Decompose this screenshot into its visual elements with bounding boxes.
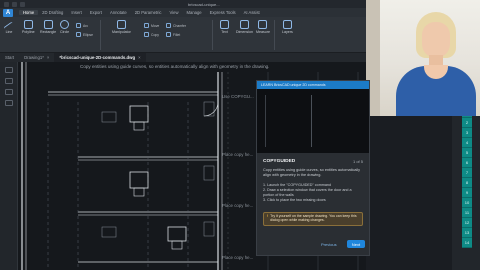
copy-icon	[144, 32, 149, 37]
left-toolbar	[0, 62, 18, 270]
manipulator-icon	[116, 20, 126, 29]
quick-access-save-icon[interactable]	[20, 1, 25, 7]
command-title: COPYGUIDED	[263, 159, 296, 164]
text-tool[interactable]: Text	[220, 20, 229, 34]
layers-icon	[282, 20, 292, 29]
line-tool[interactable]: Line	[3, 20, 15, 34]
quick-access-new-icon[interactable]	[4, 1, 9, 7]
app-logo[interactable]: A	[3, 8, 13, 17]
strip-number[interactable]: 3	[462, 128, 472, 138]
previous-link[interactable]: Previous	[321, 242, 337, 247]
copy-tool[interactable]: Copy	[144, 32, 159, 37]
layers-panel-icon[interactable]	[4, 89, 13, 95]
ribbon-divider	[274, 20, 275, 50]
arc-icon	[76, 23, 81, 28]
presenter-webcam	[366, 0, 480, 116]
strip-number[interactable]: 11	[462, 208, 472, 218]
video-wall-line	[265, 95, 266, 147]
strip-number[interactable]: 5	[462, 148, 472, 158]
move-tool[interactable]: Move	[144, 23, 159, 28]
video-wall-line	[311, 95, 312, 147]
doc-tab-active-drawing[interactable]: *bricscad-unique-2D-commands.dwg ×	[54, 53, 146, 62]
ribbon-panel: Line Polyline Rectangle Circle Arc Ellip…	[0, 17, 366, 53]
close-icon[interactable]: ×	[47, 55, 50, 60]
ribbon-tab-bar: A Home 2D Drafting Insert Export Annotat…	[0, 8, 366, 17]
doc-tab-drawing1[interactable]: Drawing1* ×	[19, 53, 54, 62]
quick-access-open-icon[interactable]	[12, 1, 17, 7]
tab-express-tools[interactable]: Express Tools	[206, 10, 240, 15]
tab-manage[interactable]: Manage	[183, 10, 206, 15]
step-counter: 1 of 5	[352, 159, 363, 164]
chamfer-tool[interactable]: Chamfer	[166, 23, 186, 28]
next-button[interactable]: Next	[347, 240, 365, 248]
tab-home[interactable]: Home	[19, 10, 39, 15]
tab-view[interactable]: View	[165, 10, 182, 15]
polyline-icon	[23, 20, 33, 29]
measure-tool[interactable]: Measure	[256, 20, 270, 34]
layer-number-strip: 1 2 3 4 5 6 7 8 9 10 11 12 13 14	[462, 108, 472, 248]
arc-tool[interactable]: Arc	[76, 23, 88, 28]
ribbon-divider	[212, 20, 213, 50]
tutorial-video[interactable]	[257, 89, 369, 153]
move-icon	[144, 23, 149, 28]
strip-number[interactable]: 14	[462, 238, 472, 248]
strip-number[interactable]: 13	[462, 228, 472, 238]
learn-dialog-header: LEARN BricsCAD unique 2D commands	[257, 81, 369, 89]
tab-export[interactable]: Export	[86, 10, 106, 15]
polyline-tool[interactable]: Polyline	[22, 20, 35, 34]
tab-2d-drafting[interactable]: 2D Drafting	[38, 10, 67, 15]
tip-callout: ! Try it yourself on the sample drawing.…	[263, 212, 363, 226]
presenter-face	[422, 22, 450, 58]
tab-insert[interactable]: Insert	[67, 10, 85, 15]
learn-dialog[interactable]: LEARN BricsCAD unique 2D commands COPYGU…	[256, 80, 370, 256]
tab-annotate[interactable]: Annotate	[106, 10, 131, 15]
strip-number[interactable]: 9	[462, 188, 472, 198]
tip-icon: !	[267, 214, 269, 218]
command-description: Copy entities using guide curves, so ent…	[263, 168, 361, 177]
canvas-hint-text: Copy entities using guide curves, so ent…	[80, 64, 270, 69]
strip-number[interactable]: 7	[462, 168, 472, 178]
canvas-label-place-copy: Place copy he...	[222, 152, 254, 157]
step-item: 3. Click to place the two missing doors	[263, 198, 326, 202]
step-list: 1. Launch the "COPYGUIDED" command 2. Dr…	[263, 183, 363, 203]
strip-number[interactable]: 2	[462, 118, 472, 128]
close-icon[interactable]: ×	[138, 55, 141, 60]
fillet-icon	[166, 32, 171, 37]
canvas-label-use-copy: Use COPYGU...	[222, 94, 254, 99]
document-tab-bar: Start Drawing1* × *bricscad-unique-2D-co…	[0, 53, 366, 62]
title-bar: bricscad-unique...	[0, 0, 366, 8]
circle-icon	[60, 20, 70, 29]
strip-number[interactable]: 4	[462, 138, 472, 148]
panel-toggle-icon[interactable]	[4, 67, 13, 73]
dimension-icon	[239, 20, 249, 29]
tab-2d-parametric[interactable]: 2D Parametric	[131, 10, 166, 15]
chamfer-icon	[166, 23, 171, 28]
structure-icon[interactable]	[4, 100, 13, 106]
manipulator-tool[interactable]: Manipulator	[112, 20, 131, 34]
window-title: bricscad-unique...	[188, 1, 220, 7]
ellipse-tool[interactable]: Ellipse	[76, 32, 93, 37]
canvas-label-place-copy: Place copy he...	[222, 203, 254, 208]
rectangle-tool[interactable]: Rectangle	[40, 20, 56, 34]
fillet-tool[interactable]: Fillet	[166, 32, 180, 37]
tab-ai-assist[interactable]: AI Assist	[240, 10, 264, 15]
properties-icon[interactable]	[4, 78, 13, 84]
dimension-tool[interactable]: Dimension	[236, 20, 253, 34]
strip-number[interactable]: 8	[462, 178, 472, 188]
canvas-label-place-copy: Place copy he...	[222, 255, 254, 260]
strip-number[interactable]: 6	[462, 158, 472, 168]
measure-icon	[258, 20, 268, 29]
ribbon-divider	[100, 20, 101, 50]
strip-number[interactable]: 10	[462, 198, 472, 208]
layers-tool[interactable]: Layers	[282, 20, 293, 34]
ellipse-icon	[76, 32, 81, 37]
strip-number[interactable]: 12	[462, 218, 472, 228]
circle-tool[interactable]: Circle	[60, 20, 69, 34]
text-icon	[220, 20, 229, 29]
doc-tab-start[interactable]: Start	[0, 53, 19, 62]
step-item: 2. Draw a selection window that covers t…	[263, 188, 352, 197]
rectangle-icon	[43, 20, 53, 29]
